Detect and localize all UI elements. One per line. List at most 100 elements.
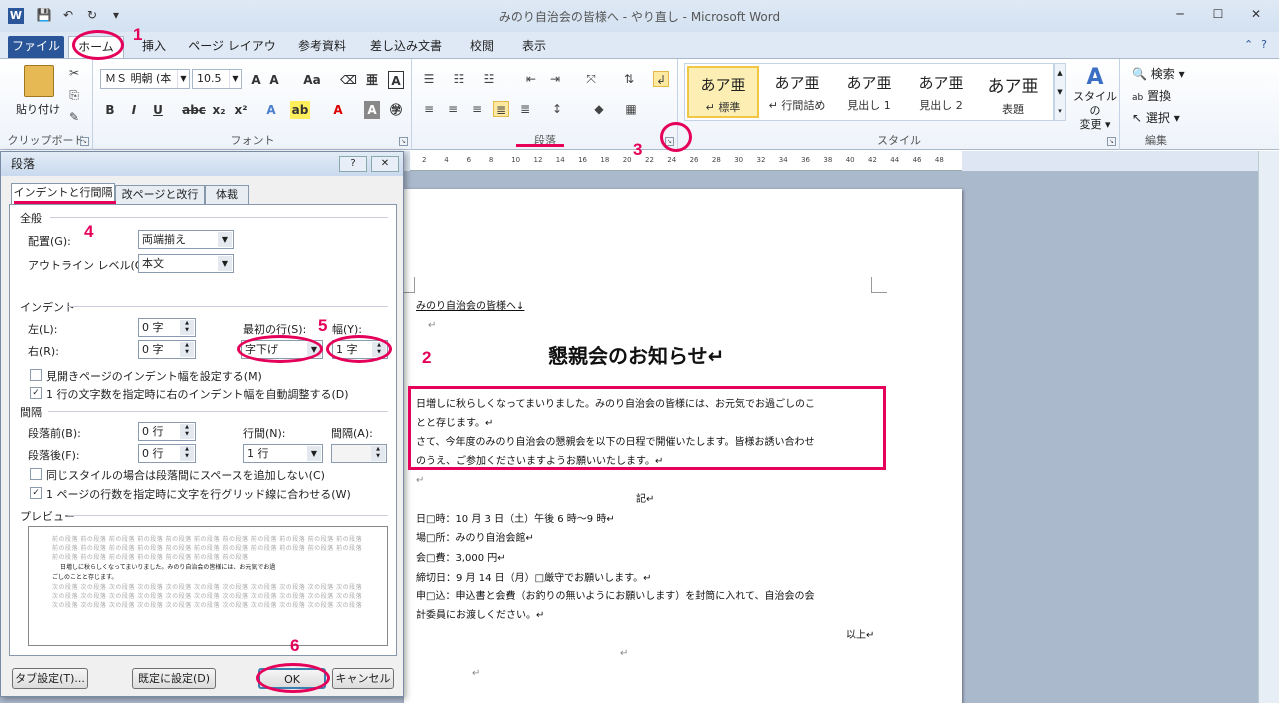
style-title[interactable]: あア亜 表題 [977, 66, 1049, 118]
bold-icon[interactable]: B [102, 101, 118, 119]
spacing-at-spinner[interactable]: ▲ ▼ [331, 444, 387, 463]
doc-ki[interactable]: 記↵ [636, 490, 654, 505]
tab-review[interactable]: 校閲 [458, 36, 506, 58]
italic-icon[interactable]: I [126, 101, 142, 119]
styles-scroll-icon[interactable]: ▲ ▼ ▾ [1054, 63, 1066, 121]
text-effects-icon[interactable]: A [262, 101, 280, 119]
doc-item[interactable]: 日□時：10 月 3 日（土）午後 6 時～9 時↵ [416, 510, 615, 525]
line-spacing-icon[interactable]: ↕ [549, 101, 565, 117]
enclose-chars-icon[interactable]: ㊫ [388, 101, 404, 119]
tab-file[interactable]: ファイル [8, 36, 64, 58]
doc-item[interactable]: 場□所：みのり自治会館↵ [416, 529, 534, 544]
select-button[interactable]: ↖ 選択 ▾ [1132, 109, 1180, 126]
clear-format-icon[interactable]: ⌫ [340, 71, 357, 89]
cut-icon[interactable]: ✂ [66, 65, 82, 81]
close-window-button[interactable]: ✕ [1241, 4, 1271, 24]
indent-right-spinner[interactable]: 0 字 ▲ ▼ [138, 340, 196, 359]
set-default-button[interactable]: 既定に設定(D) [132, 668, 216, 689]
tab-page-layout[interactable]: ページ レイアウト [184, 36, 280, 73]
outline-level-select[interactable]: 本文 ▼ [138, 254, 234, 273]
collapse-ribbon-icon[interactable]: ⌃ [1244, 38, 1253, 51]
clipboard-launcher-icon[interactable]: ↘ [80, 137, 89, 146]
align-center-icon[interactable]: ≡ [445, 101, 461, 117]
style-no-spacing[interactable]: あア亜 ↵ 行間詰め [761, 66, 833, 118]
underline-icon[interactable]: U [150, 101, 166, 119]
font-name-combo[interactable]: ＭＳ 明朝 (本 ▼ [100, 69, 190, 89]
borders-icon[interactable]: ▦ [623, 101, 639, 117]
sort-icon[interactable]: ⇅ [621, 71, 637, 87]
style-heading-1[interactable]: あア亜 見出し 1 [833, 66, 905, 118]
phonetic-guide-icon[interactable]: 亜 [364, 71, 380, 89]
font-launcher-icon[interactable]: ↘ [399, 137, 408, 146]
style-heading-2[interactable]: あア亜 見出し 2 [905, 66, 977, 118]
show-marks-icon[interactable]: ↲ [653, 71, 669, 87]
change-styles-button[interactable]: A スタイルの 変更 ▾ [1070, 65, 1120, 132]
shading-icon[interactable]: ◆ [591, 101, 607, 117]
shrink-font-icon[interactable]: A [266, 71, 282, 89]
doc-item[interactable]: 申□込：申込書と会費（お釣りの無いようにお願いします）を封筒に入れて、自治会の会 [416, 587, 814, 602]
minimize-button[interactable]: ─ [1165, 4, 1195, 24]
maximize-button[interactable]: ☐ [1203, 4, 1233, 24]
grow-font-icon[interactable]: A [248, 71, 264, 89]
strikethrough-icon[interactable]: abc [182, 101, 206, 119]
dialog-title-bar[interactable]: 段落 ? ✕ [1, 152, 403, 176]
change-case-icon[interactable]: Aa [300, 71, 324, 89]
paste-button-label[interactable]: 貼り付け [16, 101, 60, 117]
group-label-editing: 編集 [1145, 134, 1167, 147]
cancel-button[interactable]: キャンセル [332, 668, 394, 689]
help-icon[interactable]: ? [1261, 38, 1267, 51]
doc-title[interactable]: 懇親会のお知らせ↵ [548, 340, 724, 369]
replace-button[interactable]: ab 置換 [1132, 87, 1171, 104]
alignment-select[interactable]: 両端揃え ▼ [138, 230, 234, 249]
asian-layout-icon[interactable]: ⤧ [583, 71, 599, 87]
no-space-same-style-checkbox[interactable] [30, 468, 42, 480]
styles-launcher-icon[interactable]: ↘ [1107, 137, 1116, 146]
dialog-close-button[interactable]: ✕ [371, 156, 399, 172]
font-size-combo[interactable]: 10.5 ▼ [192, 69, 242, 89]
indent-left-spinner[interactable]: 0 字 ▲ ▼ [138, 318, 196, 337]
format-painter-icon[interactable]: ✎ [66, 109, 82, 125]
mirror-indents-checkbox[interactable] [30, 369, 42, 381]
find-button[interactable]: 🔍 検索 ▾ [1132, 65, 1185, 82]
numbering-icon[interactable]: ☷ [451, 71, 467, 87]
snap-to-grid-checkbox[interactable]: ✓ [30, 487, 42, 499]
style-normal[interactable]: あア亜 ↵ 標準 [687, 66, 759, 118]
decrease-indent-icon[interactable]: ⇤ [523, 71, 539, 87]
doc-ijo[interactable]: 以上↵ [846, 626, 874, 641]
preview-next-paragraph: 次の段落 次の段落 次の段落 次の段落 次の段落 次の段落 次の段落 次の段落 … [52, 602, 363, 609]
tab-references[interactable]: 参考資料 [290, 36, 354, 58]
highlight-icon[interactable]: ab [290, 101, 310, 119]
bullets-icon[interactable]: ☰ [421, 71, 437, 87]
annotation-circle-width [326, 335, 392, 363]
char-border-icon[interactable]: A [388, 71, 404, 89]
multilevel-list-icon[interactable]: ☳ [481, 71, 497, 87]
tabs-button[interactable]: タブ設定(T)... [12, 668, 88, 689]
space-after-spinner[interactable]: 0 行 ▲ ▼ [138, 444, 196, 463]
distribute-icon[interactable]: ≣ [517, 101, 533, 117]
doc-item[interactable]: 締切日：9 月 14 日（月）□厳守でお願いします。↵ [416, 569, 651, 584]
tab-line-page-breaks[interactable]: 改ページと改行 [115, 185, 205, 204]
tab-mailings[interactable]: 差し込み文書 [364, 36, 448, 58]
copy-icon[interactable]: ⎘ [66, 87, 82, 103]
dialog-help-button[interactable]: ? [339, 156, 367, 172]
font-color-icon[interactable]: A [330, 101, 346, 119]
increase-indent-icon[interactable]: ⇥ [547, 71, 563, 87]
doc-item[interactable]: 計委員にお渡しください。↵ [416, 606, 544, 621]
subscript-icon[interactable]: x₂ [210, 101, 228, 119]
ruler-tick-label: 34 [778, 156, 788, 164]
superscript-icon[interactable]: x² [232, 101, 250, 119]
vertical-scrollbar[interactable] [1258, 151, 1279, 703]
horizontal-ruler[interactable]: 2 4 6 8 10 12 14 16 18 20 22 24 26 28 30 32 34 36 38 40 42 44… [410, 151, 962, 171]
doc-item[interactable]: 会□費：3,000 円↵ [416, 549, 506, 564]
auto-adjust-indent-checkbox[interactable]: ✓ [30, 387, 42, 399]
char-shading-icon[interactable]: A [364, 101, 380, 119]
paste-icon[interactable] [24, 65, 54, 97]
align-left-icon[interactable]: ≡ [421, 101, 437, 117]
space-before-spinner[interactable]: 0 行 ▲ ▼ [138, 422, 196, 441]
align-right-icon[interactable]: ≡ [469, 101, 485, 117]
doc-salutation[interactable]: みのり自治会の皆様へ↓ [416, 297, 524, 312]
line-spacing-select[interactable]: 1 行 ▼ [243, 444, 323, 463]
tab-asian-typography[interactable]: 体裁 [205, 185, 249, 204]
justify-icon[interactable]: ≣ [493, 101, 509, 117]
tab-view[interactable]: 表示 [512, 36, 556, 58]
